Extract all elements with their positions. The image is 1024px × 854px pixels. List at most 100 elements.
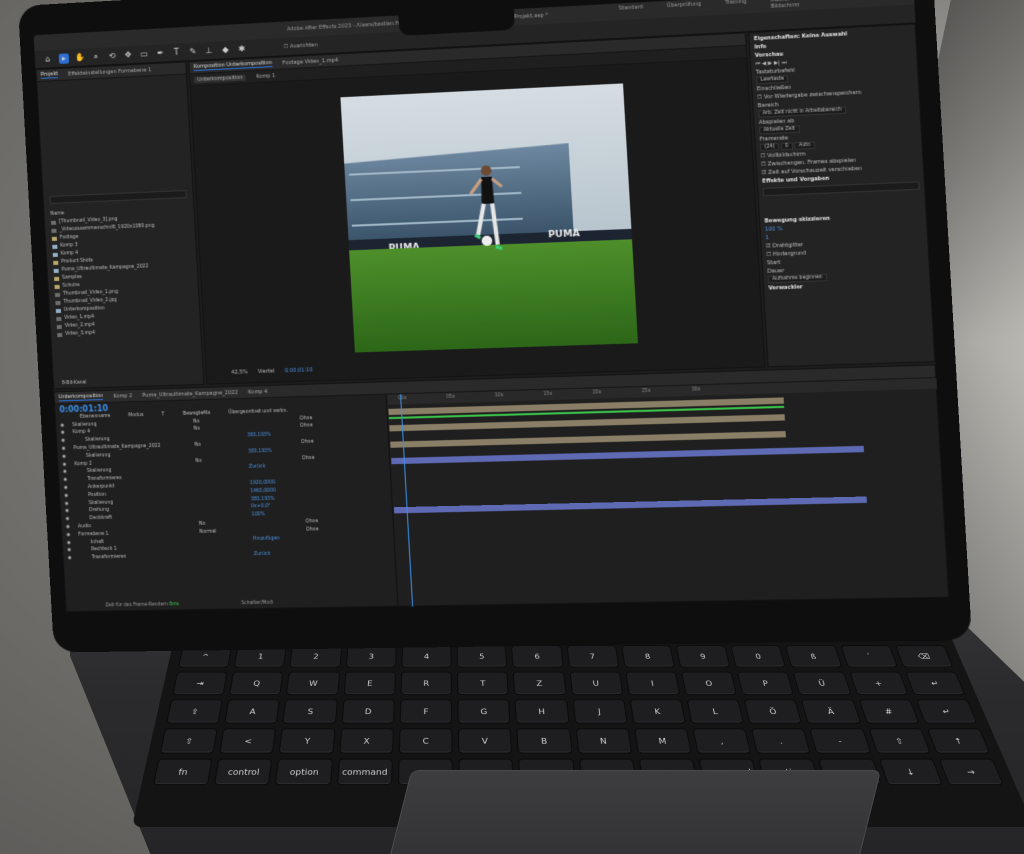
keyboard-key[interactable]: 9 — [675, 645, 731, 668]
keyboard-key[interactable]: , — [692, 728, 752, 754]
tab-project[interactable]: Projekt — [40, 71, 59, 79]
visibility-eye-icon[interactable]: ◉ — [67, 539, 71, 547]
keyboard-key[interactable]: control — [213, 758, 273, 786]
visibility-eye-icon[interactable]: ◉ — [61, 430, 65, 438]
keyboard-key[interactable]: ß — [785, 645, 843, 668]
keyboard-key[interactable]: E — [343, 671, 396, 695]
breadcrumb-komp1[interactable]: Komp 1 — [256, 73, 276, 80]
workspace-tab[interactable]: Bibliotheken — [879, 0, 914, 4]
resolution-select[interactable]: Viertel — [258, 368, 275, 375]
visibility-eye-icon[interactable]: ◉ — [62, 461, 66, 469]
keyboard-key[interactable]: I — [624, 671, 681, 695]
visibility-eye-icon[interactable]: ◉ — [65, 516, 69, 524]
start-capture-button[interactable]: Aufnahme beginnen — [767, 273, 828, 284]
pen-tool-icon[interactable]: ✒ — [155, 48, 166, 59]
project-search-input[interactable] — [49, 189, 187, 204]
workspace-tab[interactable]: Training — [725, 0, 747, 12]
visibility-eye-icon[interactable]: ◉ — [65, 508, 69, 516]
keyboard-key[interactable]: + — [848, 671, 909, 695]
text-tool-icon[interactable]: T — [171, 47, 182, 58]
keyboard-key[interactable]: H — [514, 699, 570, 724]
puppet-tool-icon[interactable]: ✱ — [236, 43, 247, 54]
visibility-eye-icon[interactable]: ◉ — [64, 500, 69, 508]
keyboard-key[interactable]: A — [224, 699, 281, 724]
keyboard-key[interactable]: B — [516, 728, 573, 754]
keyboard-key[interactable]: 7 — [566, 645, 620, 668]
visibility-eye-icon[interactable]: ◉ — [60, 422, 64, 430]
track-bar-komp2[interactable] — [391, 445, 864, 465]
keyboard-key[interactable]: 0 — [730, 645, 787, 668]
visibility-eye-icon[interactable]: ◉ — [61, 438, 65, 446]
keyboard-key[interactable]: ⇧ — [159, 728, 219, 754]
bit-depth-label[interactable]: 8-Bit-Kanal — [62, 380, 87, 386]
keyboard-key[interactable]: F — [399, 699, 453, 724]
move-tool-icon[interactable]: ✥ — [123, 49, 134, 60]
visibility-eye-icon[interactable]: ◉ — [67, 547, 71, 555]
keyboard-key[interactable]: 4 — [401, 645, 452, 668]
keyboard-key[interactable]: Ä — [800, 699, 861, 724]
trackpad[interactable] — [388, 770, 882, 854]
layer-parent[interactable] — [307, 549, 357, 558]
visibility-eye-icon[interactable]: ◉ — [64, 484, 68, 492]
keyboard-key[interactable]: G — [457, 699, 511, 724]
zoom-select[interactable]: 42,5% — [231, 369, 248, 376]
keyboard-key[interactable]: L — [686, 699, 745, 724]
home-icon[interactable]: ⌂ — [43, 54, 54, 65]
visibility-eye-icon[interactable]: ◉ — [62, 453, 66, 461]
keyboard-key[interactable]: < — [219, 728, 277, 754]
keyboard-key[interactable]: ↵ — [904, 671, 966, 695]
selection-tool-icon[interactable]: ▸ — [58, 52, 70, 64]
first-frame-icon[interactable]: ⏮ — [755, 61, 760, 68]
next-frame-icon[interactable]: ▶| — [774, 60, 780, 67]
keyboard-key[interactable]: W — [286, 671, 340, 695]
tab-footage[interactable]: Footage Video_1.mp4 — [282, 57, 338, 66]
keyboard-key[interactable]: ´ — [839, 645, 898, 668]
keyboard-key[interactable]: → — [938, 758, 1004, 786]
align-checkbox[interactable]: ☐ Ausrichten — [284, 42, 318, 50]
tab-effect-controls[interactable]: Effekteinstellungen Formebene 1 — [68, 67, 152, 77]
keyboard-key[interactable]: - — [809, 728, 871, 754]
visibility-eye-icon[interactable]: ◉ — [63, 469, 67, 477]
keyboard-key[interactable]: J — [571, 699, 628, 724]
workspace-tab[interactable]: Überprüfung — [667, 1, 702, 15]
keyboard-key[interactable]: M — [633, 728, 692, 754]
breadcrumb-unterkomposition[interactable]: Unterkomposition — [194, 74, 246, 83]
keyboard-key[interactable]: option — [275, 758, 333, 786]
track-bar-puma[interactable] — [390, 431, 786, 448]
visibility-eye-icon[interactable]: ◉ — [68, 555, 72, 563]
keyboard-key[interactable]: ↑ — [926, 728, 991, 754]
rectangle-tool-icon[interactable]: ▭ — [139, 49, 150, 60]
keyboard-key[interactable]: ⌫ — [894, 645, 954, 668]
keyboard-key[interactable]: ⇪ — [166, 699, 224, 724]
visibility-eye-icon[interactable]: ◉ — [66, 531, 70, 539]
shortcut-select[interactable]: Leertaste — [756, 75, 789, 85]
zoom-tool-icon[interactable]: ⌕ — [91, 51, 102, 62]
track-bar-audio[interactable] — [393, 496, 867, 514]
last-frame-icon[interactable]: ⏭ — [782, 60, 787, 67]
keyboard-key[interactable]: V — [457, 728, 513, 754]
timeline-tab[interactable]: Komp 2 — [113, 393, 132, 400]
keyboard-key[interactable]: 5 — [456, 645, 508, 668]
keyboard-key[interactable]: C — [398, 728, 453, 754]
workspace-tab[interactable]: Kleiner Bildschirm — [770, 0, 809, 10]
composition-viewer[interactable]: PUMA PUMA — [340, 83, 639, 353]
framerate-select[interactable]: (24) — [760, 143, 780, 152]
orbit-tool-icon[interactable]: ⟲ — [107, 50, 118, 61]
timeline-tab[interactable]: Komp 4 — [248, 388, 268, 395]
viewer-timecode[interactable]: 0:00:01:10 — [285, 367, 313, 374]
keyboard-key[interactable]: 3 — [345, 645, 397, 668]
keyboard-key[interactable]: Y — [279, 728, 336, 754]
keyboard-key[interactable]: ↵ — [915, 699, 978, 724]
keyboard-key[interactable]: ⇥ — [172, 671, 228, 695]
keyboard-key[interactable]: # — [858, 699, 920, 724]
visibility-eye-icon[interactable]: ◉ — [61, 445, 65, 453]
timeline-tab[interactable]: Unterkomposition — [58, 393, 104, 402]
keyboard-key[interactable]: . — [750, 728, 812, 754]
keyboard-key[interactable]: Ü — [792, 671, 852, 695]
keyboard-key[interactable]: Ö — [743, 699, 803, 724]
play-icon[interactable]: ▶ — [768, 60, 773, 66]
keyboard-key[interactable]: P — [736, 671, 795, 695]
workspace-tab[interactable]: Original — [833, 0, 855, 7]
prev-frame-icon[interactable]: ◀ — [762, 61, 767, 67]
keyboard-key[interactable]: N — [575, 728, 632, 754]
